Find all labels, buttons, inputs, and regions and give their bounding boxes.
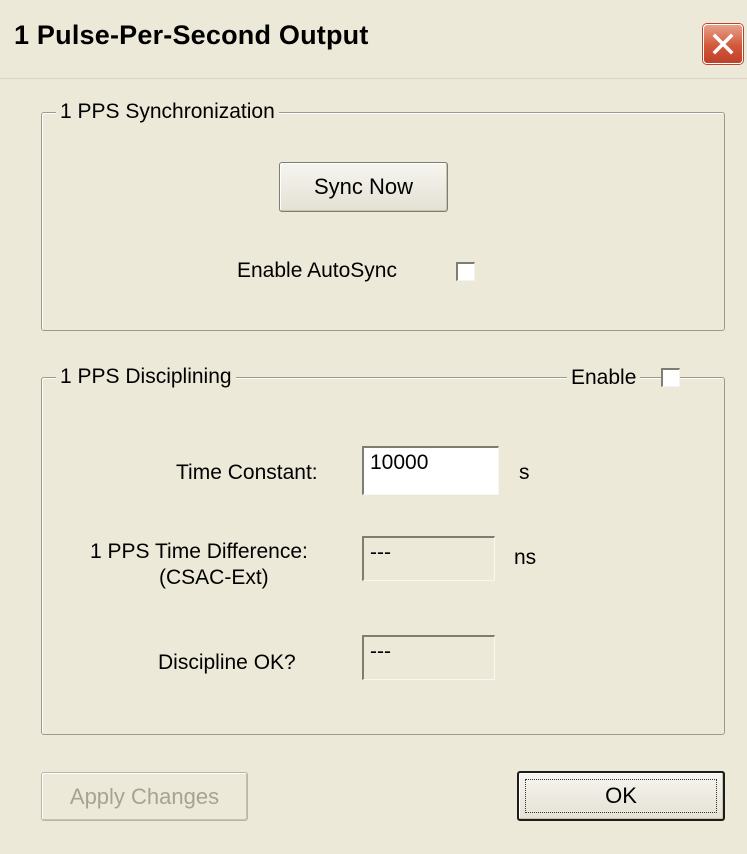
window-title: 1 Pulse-Per-Second Output	[14, 20, 369, 50]
ok-button[interactable]: OK	[517, 771, 725, 821]
focus-rectangle	[525, 779, 717, 813]
sync-group-label: 1 PPS Synchronization	[56, 100, 279, 124]
title-bar[interactable]: 1 Pulse-Per-Second Output	[0, 0, 747, 79]
discipline-ok-label: Discipline OK?	[158, 651, 296, 674]
discipline-enable-checkbox[interactable]	[661, 368, 680, 387]
time-difference-label: 1 PPS Time Difference:	[90, 540, 308, 563]
autosync-checkbox[interactable]	[456, 262, 475, 281]
time-difference-sublabel: (CSAC-Ext)	[159, 566, 269, 589]
close-button[interactable]	[703, 24, 743, 64]
sync-now-button[interactable]: Sync Now	[279, 162, 448, 212]
time-difference-unit: ns	[514, 546, 537, 569]
discipline-group-label: 1 PPS Disciplining	[56, 365, 236, 389]
time-constant-label: Time Constant:	[176, 461, 318, 484]
apply-changes-button[interactable]: Apply Changes	[41, 772, 248, 821]
time-constant-input[interactable]: 10000	[362, 446, 499, 495]
autosync-label: Enable AutoSync	[237, 259, 397, 282]
dialog-window: 1 Pulse-Per-Second Output 1 PPS Synchron…	[0, 0, 747, 854]
discipline-ok-field: ---	[362, 635, 495, 680]
discipline-enable-label: Enable	[567, 366, 641, 390]
time-constant-unit: s	[519, 461, 530, 484]
sync-group: 1 PPS Synchronization	[41, 100, 725, 331]
time-difference-field: ---	[362, 536, 495, 581]
